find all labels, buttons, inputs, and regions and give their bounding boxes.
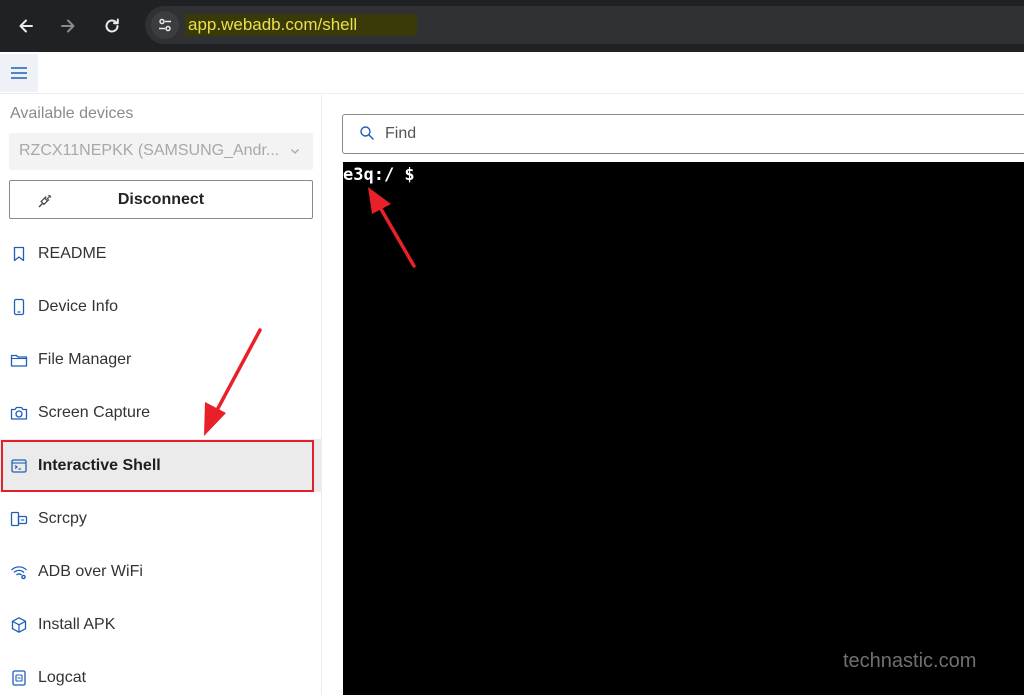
nav-item-label: File Manager [38, 351, 132, 368]
nav-item-label: Device Info [38, 298, 119, 315]
arrow-left-icon [19, 19, 33, 33]
nav-item-file-manager[interactable]: File Manager [0, 333, 322, 386]
nav-item-device-info[interactable]: Device Info [0, 280, 322, 333]
app-header [0, 52, 1024, 94]
url-text[interactable]: app.webadb.com/shell [188, 15, 357, 35]
nav-item-scrcpy[interactable]: Scrcpy [0, 492, 322, 545]
camera-icon [10, 406, 28, 420]
watermark: technastic.com [843, 650, 977, 672]
reload-icon [105, 18, 119, 33]
nav-item-label: Logcat [38, 669, 87, 686]
find-input[interactable] [385, 123, 885, 145]
hamburger-menu-icon [11, 67, 27, 79]
arrow-right-icon [61, 19, 75, 33]
nav-item-readme[interactable]: README [0, 227, 322, 280]
address-bar[interactable]: app.webadb.com/shell [145, 6, 1024, 44]
tune-icon [159, 18, 171, 32]
terminal-prompt: e3q:/ $ [343, 165, 415, 185]
nav-item-label: Screen Capture [38, 404, 151, 421]
disconnect-label: Disconnect [117, 191, 205, 208]
nav-item-install-apk[interactable]: Install APK [0, 598, 322, 651]
browser-toolbar: app.webadb.com/shell [0, 0, 1024, 52]
disconnect-button[interactable]: Disconnect [9, 180, 313, 219]
nav-item-adb-over-wifi[interactable]: ADB over WiFi [0, 545, 322, 598]
site-info-button[interactable] [151, 11, 179, 39]
search-icon [360, 126, 374, 140]
box-icon [11, 617, 27, 633]
app-root: app.webadb.com/shell Available devices R… [0, 0, 1024, 695]
bookmark-icon [13, 246, 25, 262]
phone-icon [13, 298, 25, 316]
log-icon [12, 670, 26, 686]
terminal[interactable]: e3q:/ $ [343, 162, 1024, 695]
wifi-settings-icon [11, 566, 27, 580]
find-box [342, 114, 1024, 154]
device-select-value: RZCX11NEPKK (SAMSUNG_Andr... [19, 142, 280, 159]
highlight-box-interactive-shell [1, 440, 314, 492]
folder-icon [10, 354, 28, 367]
reload-button[interactable] [96, 10, 128, 42]
nav-item-label: README [38, 245, 107, 262]
back-button[interactable] [10, 10, 42, 42]
nav-item-label: ADB over WiFi [38, 563, 143, 580]
sidebar: Available devices RZCX11NEPKK (SAMSUNG_A… [0, 95, 322, 695]
nav-item-label: Install APK [38, 616, 116, 633]
nav-item-logcat[interactable]: Logcat [0, 651, 322, 695]
forward-button[interactable] [52, 10, 84, 42]
menu-button[interactable] [0, 54, 38, 92]
available-devices-label: Available devices [10, 105, 134, 122]
nav-item-screen-capture[interactable]: Screen Capture [0, 386, 322, 439]
mirror-screen-icon [10, 511, 28, 527]
nav-item-label: Scrcpy [38, 510, 87, 527]
chevron-down-icon [291, 149, 299, 154]
device-select[interactable]: RZCX11NEPKK (SAMSUNG_Andr... [9, 133, 313, 170]
